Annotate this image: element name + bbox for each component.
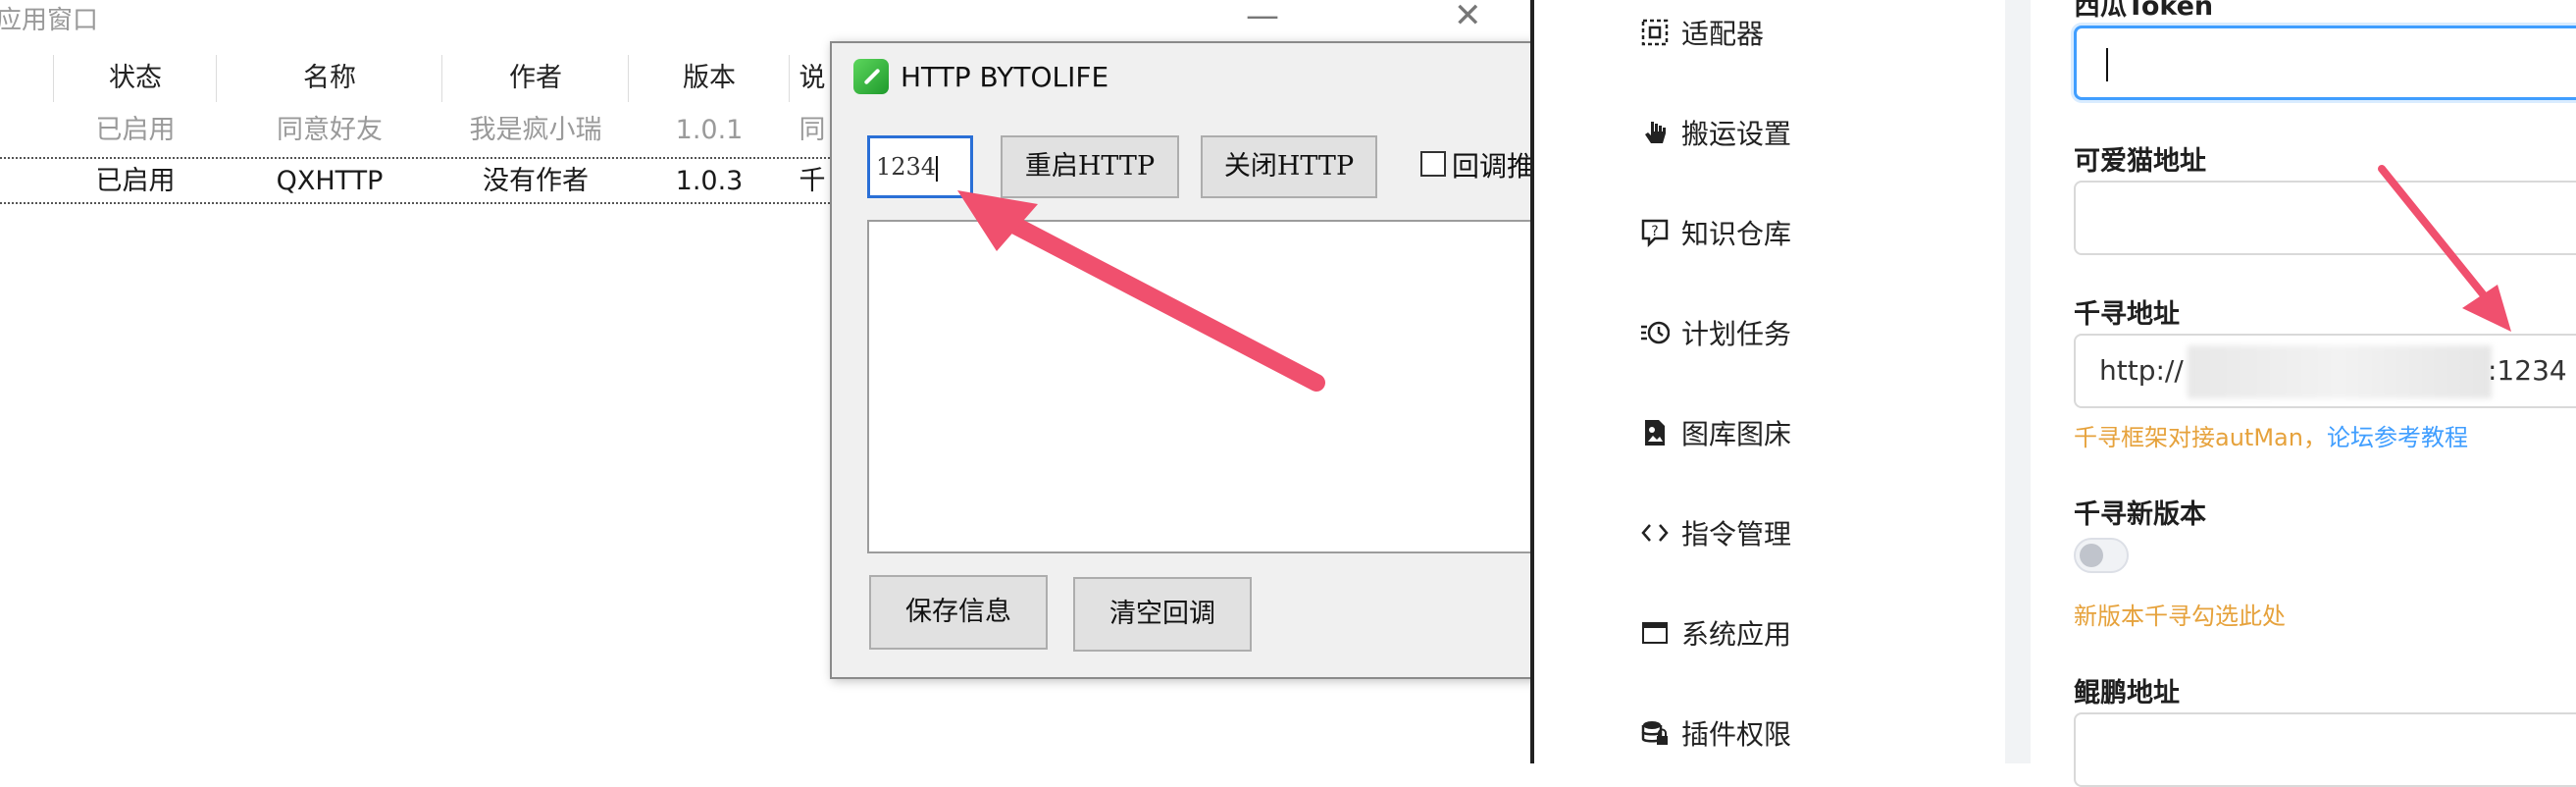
kunpeng-address-input[interactable] [2074, 712, 2576, 787]
database-lock-icon [1638, 716, 1672, 750]
table-row[interactable]: 已启用 同意好友 我是疯小瑞 1.0.1 同 [0, 108, 834, 155]
column-header-description[interactable]: 说 [791, 51, 834, 106]
qianxun-address-label: 千寻地址 [2074, 299, 2180, 330]
keaimao-address-label: 可爱猫地址 [2074, 146, 2206, 177]
sidebar-item-transfer-settings[interactable]: 搬运设置 [1638, 108, 1791, 157]
redacted-host [2188, 345, 2492, 398]
svg-text:?: ? [1651, 224, 1658, 239]
app-logo-icon [853, 59, 889, 94]
description-cell: 千 [799, 166, 826, 196]
sidebar-item-system-apps[interactable]: 系统应用 [1638, 608, 1791, 657]
plugin-table-header: 状态 名称 作者 版本 说 [0, 51, 834, 106]
sidebar-item-label: 插件权限 [1681, 718, 1792, 751]
sidebar-item-image-host[interactable]: 图库图床 [1638, 408, 1791, 457]
sidebar-item-scheduled-tasks[interactable]: 计划任务 [1638, 308, 1791, 357]
keaimao-address-input[interactable] [2074, 181, 2576, 255]
hand-icon [1638, 116, 1672, 149]
port-input[interactable]: 1234 [867, 135, 973, 198]
close-button[interactable]: ✕ [1454, 0, 1482, 35]
save-info-button[interactable]: 保存信息 [869, 575, 1048, 650]
author-cell: 没有作者 [483, 166, 589, 196]
sidebar-item-label: 适配器 [1681, 18, 1765, 50]
name-cell: QXHTTP [276, 166, 384, 196]
sidebar-item-label: 系统应用 [1681, 618, 1792, 651]
author-cell: 我是疯小瑞 [469, 115, 602, 145]
sidebar-item-command-management[interactable]: 指令管理 [1638, 508, 1791, 557]
qianxun-hint: 千寻框架对接autMan，论坛参考教程 [2074, 418, 2468, 452]
sidebar-item-plugin-permissions[interactable]: 插件权限 [1638, 708, 1791, 758]
version-cell: 1.0.1 [675, 115, 744, 145]
status-cell: 已启用 [95, 115, 176, 145]
description-cell: 同 [799, 115, 826, 145]
callback-log-textarea[interactable] [867, 220, 1544, 553]
qianxun-address-input[interactable]: http:// :1234 [2074, 334, 2576, 408]
qianxun-hint-text: 千寻框架对接autMan， [2074, 424, 2327, 451]
column-header-name[interactable]: 名称 [218, 51, 441, 106]
schedule-clock-icon [1638, 316, 1672, 349]
xigua-token-label: 西瓜Token [2074, 0, 2214, 22]
table-row-selected[interactable]: 已启用 QXHTTP 没有作者 1.0.3 千 [0, 157, 834, 204]
port-value: 1234 [876, 153, 937, 181]
clear-callback-button[interactable]: 清空回调 [1073, 577, 1252, 652]
callback-checkbox[interactable] [1420, 151, 1446, 177]
window-title: 应用窗口 [0, 6, 99, 35]
qianxun-address-prefix: http:// [2099, 354, 2184, 387]
settings-form: 西瓜Token 可爱猫地址 千寻地址 http:// :1234 千寻框架对接a… [2031, 0, 2576, 787]
dialog-title: HTTP BYTOLIFE [901, 61, 1109, 93]
code-icon [1638, 516, 1672, 550]
restart-http-button[interactable]: 重启HTTP [1001, 135, 1179, 198]
settings-sidebar: 适配器 搬运设置 ? 知识仓库 计划任务 图库图床 指令管理 系统应用 插件权限 [1534, 0, 2005, 763]
callback-checkbox-label: 回调推 [1452, 150, 1535, 183]
sidebar-item-label: 图库图床 [1681, 418, 1792, 450]
name-cell: 同意好友 [277, 115, 383, 145]
adapter-icon [1638, 16, 1672, 49]
minimize-button[interactable]: — [1246, 0, 1279, 35]
kunpeng-address-label: 鲲鹏地址 [2074, 678, 2180, 708]
autman-settings-panel: 适配器 搬运设置 ? 知识仓库 计划任务 图库图床 指令管理 系统应用 插件权限… [1530, 0, 2576, 787]
qianxun-address-port: :1234 [2488, 354, 2567, 387]
status-cell: 已启用 [95, 166, 176, 196]
window-icon [1638, 616, 1672, 650]
column-header-version[interactable]: 版本 [630, 51, 789, 106]
forum-tutorial-link[interactable]: 论坛参考教程 [2327, 424, 2468, 451]
question-chat-icon: ? [1638, 216, 1672, 249]
sidebar-item-label: 指令管理 [1681, 518, 1792, 551]
column-header-status[interactable]: 状态 [55, 51, 216, 106]
xigua-token-input[interactable] [2074, 26, 2576, 100]
sidebar-item-label: 计划任务 [1681, 318, 1792, 350]
version-cell: 1.0.3 [675, 166, 744, 196]
image-file-icon [1638, 416, 1672, 449]
close-http-button[interactable]: 关闭HTTP [1201, 135, 1377, 198]
http-bytolife-dialog: HTTP BYTOLIFE 1234 重启HTTP 关闭HTTP 回调推 保存信… [830, 41, 1544, 679]
text-caret [2106, 48, 2108, 81]
switch-knob [2080, 544, 2103, 567]
sidebar-item-adapter[interactable]: 适配器 [1638, 8, 1764, 57]
qianxun-new-version-label: 千寻新版本 [2074, 499, 2206, 530]
panel-divider [2005, 0, 2031, 763]
qianxun-new-version-switch[interactable] [2074, 538, 2129, 573]
qianxun-new-version-hint: 新版本千寻勾选此处 [2074, 603, 2286, 630]
column-header-author[interactable]: 作者 [443, 51, 628, 106]
sidebar-item-label: 知识仓库 [1681, 218, 1792, 250]
sidebar-item-knowledge-base[interactable]: ? 知识仓库 [1638, 208, 1791, 257]
sidebar-item-label: 搬运设置 [1681, 118, 1792, 150]
